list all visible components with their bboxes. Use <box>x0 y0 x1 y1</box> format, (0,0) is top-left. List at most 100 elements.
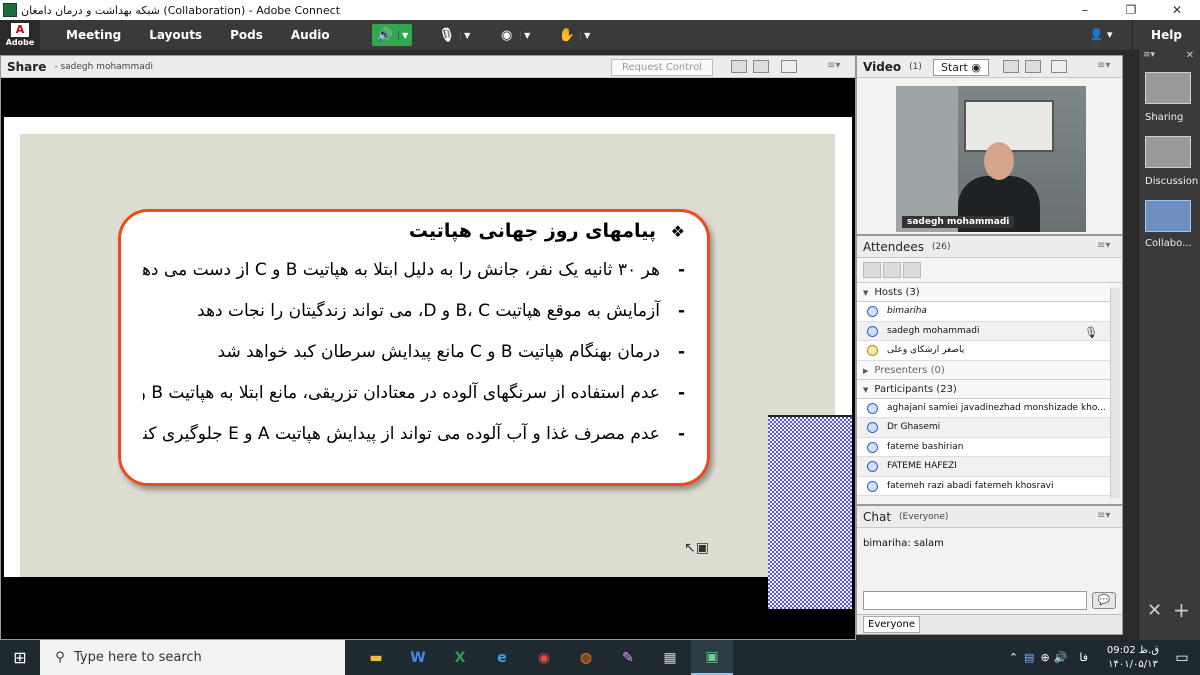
status-view-icon[interactable] <box>903 262 921 278</box>
minimize-button[interactable]: – <box>1062 0 1108 20</box>
chevron-down-icon[interactable]: ▼ <box>459 30 474 40</box>
layouts-menu-icon[interactable]: ≡▾ <box>1143 50 1155 60</box>
list-view-icon[interactable] <box>863 262 881 278</box>
send-message-button[interactable]: 💬 <box>1092 592 1116 609</box>
search-icon: ⚲ <box>55 650 65 665</box>
attendee-scrollbar[interactable] <box>1110 288 1120 498</box>
chevron-down-icon[interactable]: ▼ <box>397 30 412 40</box>
active-microphone-icon: 🎙 <box>1084 325 1098 339</box>
collapse-triangle-icon[interactable]: ▼ <box>863 289 868 297</box>
fit-view-icon[interactable] <box>731 60 747 73</box>
attendees-pod-header: Attendees (26) ≡▾ <box>857 236 1122 258</box>
webcam-feed: sadegh mohammadi <box>896 86 1086 232</box>
window-title: شبکه بهداشت و درمان دامغان (Collaboratio… <box>21 3 341 17</box>
restore-button[interactable]: ❐ <box>1108 0 1154 20</box>
word-icon[interactable]: W <box>397 640 439 675</box>
presenters-group[interactable]: ▶ Presenters (0) <box>857 360 1110 380</box>
send-to-selector[interactable]: Everyone <box>863 616 921 633</box>
chat-input[interactable] <box>863 591 1087 610</box>
close-button[interactable]: ✕ <box>1154 0 1200 20</box>
participant-user-icon <box>867 402 878 414</box>
request-control-button[interactable]: Request Control <box>611 59 713 76</box>
participant-user-icon <box>867 480 878 492</box>
list-item[interactable]: fatemeh razi abadi fatemeh khosravi <box>857 476 1110 496</box>
layout-discussion-thumb[interactable] <box>1145 136 1191 168</box>
attendee-view-toolbar <box>857 258 1122 283</box>
filmstrip-view-icon[interactable] <box>1025 60 1041 73</box>
list-item[interactable]: FATEME HAFEZI <box>857 457 1110 477</box>
edge-icon[interactable]: e <box>481 640 523 675</box>
volume-icon[interactable]: 🔊 <box>1054 651 1068 664</box>
share-pod-header: Share - sadegh mohammadi Request Control… <box>1 56 855 78</box>
layout-sharing-thumb[interactable] <box>1145 72 1191 104</box>
paint-icon[interactable]: ✎ <box>607 640 649 675</box>
presenter-face <box>984 142 1014 180</box>
delete-layout-icon[interactable]: ✕ <box>1147 600 1162 621</box>
user-status-button[interactable]: 👤 ▾ <box>1082 24 1120 46</box>
layout-collaboration-label[interactable]: Collabo... <box>1145 238 1199 249</box>
slide-bullet: -عدم مصرف غذا و آب آلوده می تواند از پید… <box>143 424 685 444</box>
menu-meeting[interactable]: Meeting <box>52 28 135 42</box>
host-user-icon <box>867 325 878 337</box>
list-item[interactable]: sadegh mohammadi 🎙 <box>857 321 1110 341</box>
chrome-icon[interactable]: ◉ <box>523 640 565 675</box>
hosts-group[interactable]: ▼ Hosts (3) <box>857 283 1110 302</box>
layout-collaboration-thumb[interactable] <box>1145 200 1191 232</box>
title-bar: شبکه بهداشت و درمان دامغان (Collaboratio… <box>0 0 1200 20</box>
attendee-count: (26) <box>932 241 951 252</box>
windows-taskbar: ⊞ ⚲ Type here to search ▬ W X e ◉ ◍ ✎ ▦ … <box>0 640 1200 675</box>
presenter-cursor-icon: ↖▣ <box>684 540 709 556</box>
file-explorer-icon[interactable]: ▬ <box>355 640 397 675</box>
adobe-connect-icon[interactable]: ▣ <box>691 640 733 675</box>
grid-view-icon[interactable] <box>1003 60 1019 73</box>
add-layout-icon[interactable]: + <box>1173 598 1190 622</box>
list-item[interactable]: aghajani samiei javadinezhad monshizade … <box>857 398 1110 418</box>
vpn-icon[interactable]: ▤ <box>1024 651 1034 664</box>
notifications-icon[interactable]: ▭ <box>1164 650 1200 666</box>
webcam-button[interactable]: ◉ ▼ <box>494 24 534 46</box>
close-icon[interactable]: ✕ <box>1186 50 1194 61</box>
search-placeholder: Type here to search <box>74 650 202 665</box>
raise-hand-icon: ✋ <box>558 27 575 43</box>
fullscreen-icon[interactable] <box>1051 60 1067 73</box>
list-item[interactable]: fateme bashirian <box>857 437 1110 457</box>
excel-icon[interactable]: X <box>439 640 481 675</box>
participants-group[interactable]: ▼ Participants (23) <box>857 379 1110 399</box>
help-menu[interactable]: Help <box>1132 20 1200 50</box>
layout-discussion-label[interactable]: Discussion <box>1145 176 1199 187</box>
menu-audio[interactable]: Audio <box>277 28 344 42</box>
taskbar-search[interactable]: ⚲ Type here to search <box>40 640 345 675</box>
pod-menu-icon[interactable]: ≡▾ <box>1097 60 1110 71</box>
chevron-down-icon[interactable]: ▼ <box>579 30 594 40</box>
pod-menu-icon[interactable]: ≡▾ <box>1097 510 1110 521</box>
menu-layouts[interactable]: Layouts <box>135 28 216 42</box>
list-item[interactable]: bimariha <box>857 302 1110 322</box>
system-tray: ⌃ ▤ ⊕ 🔊 فا 09:02 ق.ظ ۱۴۰۱/۰۵/۱۳ ▭ <box>1009 640 1200 675</box>
slide-bullet: -آزمایش به موقع هپاتیت B، C و D، می توان… <box>197 301 685 321</box>
speaker-toggle-button[interactable]: 🔊 ▼ <box>371 24 412 46</box>
menu-pods[interactable]: Pods <box>216 28 277 42</box>
language-indicator[interactable]: فا <box>1079 651 1088 664</box>
collapse-triangle-icon[interactable]: ▼ <box>863 386 868 394</box>
windows-start-button[interactable]: ⊞ <box>0 640 40 675</box>
list-item[interactable]: ياصغر ارشكاى وعلى <box>857 341 1110 361</box>
layout-sharing-label[interactable]: Sharing <box>1145 112 1199 123</box>
firefox-icon[interactable]: ◍ <box>565 640 607 675</box>
calculator-icon[interactable]: ▦ <box>649 640 691 675</box>
full-view-icon[interactable] <box>753 60 769 73</box>
chevron-up-icon[interactable]: ⌃ <box>1009 651 1018 664</box>
clock[interactable]: 09:02 ق.ظ ۱۴۰۱/۰۵/۱۳ <box>1102 644 1164 672</box>
chat-scope: (Everyone) <box>899 511 949 522</box>
microphone-button[interactable]: 🎙 ▼ <box>434 24 474 46</box>
pod-menu-icon[interactable]: ≡▾ <box>827 60 840 71</box>
expand-triangle-icon[interactable]: ▶ <box>863 367 868 375</box>
start-video-button[interactable]: Start ◉ <box>933 59 989 76</box>
list-item[interactable]: Dr Ghasemi <box>857 418 1110 438</box>
adobe-connect-icon <box>3 3 17 17</box>
network-icon[interactable]: ⊕ <box>1040 651 1049 664</box>
pod-menu-icon[interactable]: ≡▾ <box>1097 240 1110 251</box>
fullscreen-icon[interactable] <box>781 60 797 73</box>
raise-hand-button[interactable]: ✋ ▼ <box>554 24 594 46</box>
breakout-view-icon[interactable] <box>883 262 901 278</box>
chevron-down-icon[interactable]: ▼ <box>519 30 534 40</box>
